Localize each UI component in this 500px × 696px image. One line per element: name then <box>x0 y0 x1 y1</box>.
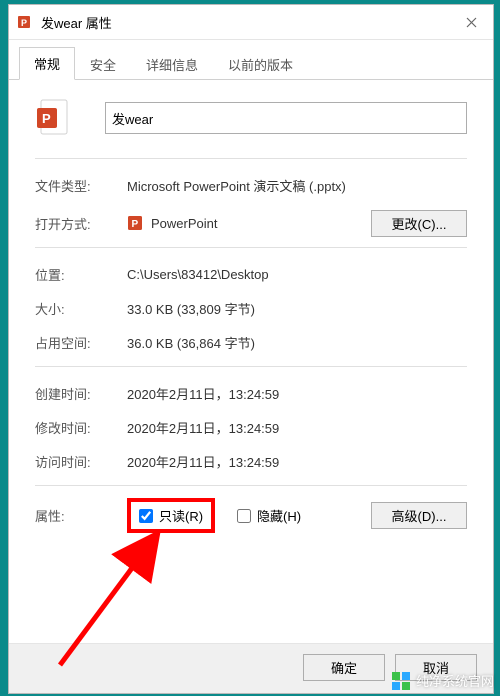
readonly-label: 只读(R) <box>159 506 203 525</box>
separator <box>35 247 467 248</box>
tab-previous-versions[interactable]: 以前的版本 <box>213 48 308 80</box>
advanced-button[interactable]: 高级(D)... <box>371 502 467 529</box>
general-panel: P 文件类型: Microsoft PowerPoint 演示文稿 (.pptx… <box>9 80 493 643</box>
titlebar: P 发wear 属性 <box>9 5 493 40</box>
label-opens-with: 打开方式: <box>35 214 127 233</box>
properties-dialog: P 发wear 属性 常规 安全 详细信息 以前的版本 P 文件类型: Micr… <box>8 4 494 694</box>
value-opens-with: PowerPoint <box>151 216 371 231</box>
filename-input[interactable] <box>105 102 467 134</box>
hidden-checkbox-wrap[interactable]: 隐藏(H) <box>237 506 301 525</box>
tab-general[interactable]: 常规 <box>19 47 75 80</box>
separator <box>35 366 467 367</box>
label-created: 创建时间: <box>35 384 127 403</box>
separator <box>35 158 467 159</box>
file-type-icon: P <box>35 98 71 138</box>
tab-strip: 常规 安全 详细信息 以前的版本 <box>9 40 493 80</box>
svg-text:P: P <box>132 219 139 230</box>
watermark-text: 纯净系统官网 <box>416 671 494 690</box>
svg-text:P: P <box>42 111 51 126</box>
label-filetype: 文件类型: <box>35 176 127 195</box>
separator <box>35 485 467 486</box>
readonly-checkbox-wrap[interactable]: 只读(R) <box>139 506 203 525</box>
svg-text:P: P <box>21 18 27 28</box>
label-size: 大小: <box>35 299 127 318</box>
label-attributes: 属性: <box>35 506 127 525</box>
tab-security[interactable]: 安全 <box>75 48 131 80</box>
label-location: 位置: <box>35 265 127 284</box>
value-location: C:\Users\83412\Desktop <box>127 267 467 282</box>
hidden-checkbox[interactable] <box>237 509 251 523</box>
powerpoint-icon: P <box>17 14 33 30</box>
label-size-on-disk: 占用空间: <box>35 333 127 352</box>
window-title: 发wear 属性 <box>41 13 451 32</box>
close-button[interactable] <box>451 8 491 36</box>
tab-details[interactable]: 详细信息 <box>131 48 213 80</box>
label-modified: 修改时间: <box>35 418 127 437</box>
hidden-label: 隐藏(H) <box>257 506 301 525</box>
label-accessed: 访问时间: <box>35 452 127 471</box>
powerpoint-small-icon: P <box>127 214 145 232</box>
close-icon <box>466 17 477 28</box>
value-size-on-disk: 36.0 KB (36,864 字节) <box>127 333 467 352</box>
value-created: 2020年2月11日，13:24:59 <box>127 384 467 403</box>
readonly-highlight: 只读(R) <box>127 498 215 533</box>
value-size: 33.0 KB (33,809 字节) <box>127 299 467 318</box>
watermark-logo-icon <box>392 672 410 690</box>
ok-button[interactable]: 确定 <box>303 654 385 681</box>
value-accessed: 2020年2月11日，13:24:59 <box>127 452 467 471</box>
value-modified: 2020年2月11日，13:24:59 <box>127 418 467 437</box>
change-button[interactable]: 更改(C)... <box>371 210 467 237</box>
value-filetype: Microsoft PowerPoint 演示文稿 (.pptx) <box>127 176 467 195</box>
watermark: 纯净系统官网 <box>392 671 494 690</box>
readonly-checkbox[interactable] <box>139 509 153 523</box>
